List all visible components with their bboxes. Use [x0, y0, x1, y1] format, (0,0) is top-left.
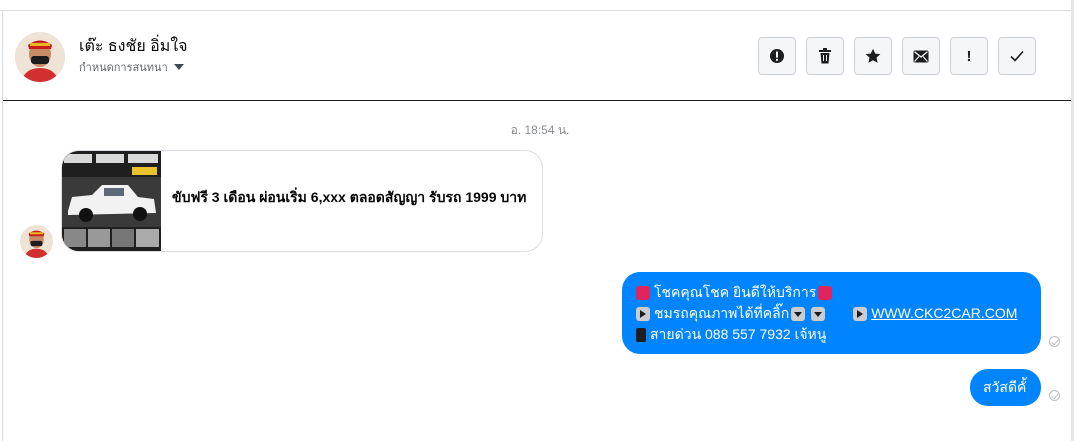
caret-down-icon	[173, 64, 184, 70]
message-line-3: สายด่วน 088 557 7932 เจ้หนู	[650, 326, 827, 342]
car-emoji-icon	[636, 285, 650, 300]
message-text: สวัสดีคั้	[983, 379, 1027, 395]
chat-window: เต๊ะ ธงชัย อิ่มใจ กำหนดการสนทนา ! อ. 18:…	[0, 0, 1074, 441]
message-line: โชคคุณโชค ยินดีให้บริการ	[636, 282, 1029, 303]
sender-avatar[interactable]	[20, 225, 53, 258]
play-emoji-icon	[636, 306, 650, 321]
mail-icon	[913, 50, 929, 62]
avatar-photo-icon	[15, 32, 65, 82]
sent-check-icon	[1049, 390, 1060, 401]
down-arrow-emoji-icon	[791, 306, 806, 321]
phone-emoji-icon	[636, 327, 646, 342]
star-button[interactable]	[854, 37, 892, 75]
message-line: ชมรถคุณภาพได้ที่คลิ๊ก WWW.CKC2CAR.COM	[636, 303, 1029, 324]
car-photo-icon	[62, 151, 161, 251]
report-button[interactable]	[758, 37, 796, 75]
contact-avatar[interactable]	[15, 32, 65, 82]
message-line: สายด่วน 088 557 7932 เจ้หนู	[636, 324, 1029, 345]
conversation-header: เต๊ะ ธงชัย อิ่มใจ กำหนดการสนทนา !	[3, 11, 1071, 101]
conversation-settings-label: กำหนดการสนทนา	[79, 62, 168, 74]
play-emoji-icon	[853, 306, 868, 321]
sent-check-icon	[1049, 336, 1060, 347]
down-arrow-emoji-icon	[811, 306, 826, 321]
contact-name[interactable]: เต๊ะ ธงชัย อิ่มใจ	[79, 34, 188, 59]
outgoing-message[interactable]: สวัสดีคั้	[970, 369, 1041, 406]
trash-icon	[819, 48, 831, 64]
message-line-1: โชคคุณโชค ยินดีให้บริการ	[654, 284, 817, 300]
conversation-settings-dropdown[interactable]: กำหนดการสนทนา	[79, 58, 184, 76]
mark-unread-button[interactable]	[902, 37, 940, 75]
website-link[interactable]: WWW.CKC2CAR.COM	[871, 303, 1017, 324]
check-icon	[1010, 50, 1024, 62]
message-timestamp: อ. 18:54 น.	[510, 123, 570, 137]
mark-spam-button[interactable]: !	[950, 37, 988, 75]
message-line-2: ชมรถคุณภาพได้ที่คลิ๊ก	[654, 305, 790, 321]
incoming-link-card[interactable]: ขับฟรี 3 เดือน ผ่อนเริ่ม 6,xxx ตลอดสัญญา…	[61, 150, 543, 252]
card-thumbnail	[62, 151, 161, 251]
avatar-photo-icon	[20, 225, 53, 258]
card-title: ขับฟรี 3 เดือน ผ่อนเริ่ม 6,xxx ตลอดสัญญา…	[172, 189, 527, 205]
delete-button[interactable]	[806, 37, 844, 75]
car-emoji-icon	[818, 285, 833, 300]
toolbar: !	[758, 37, 1036, 75]
mark-done-button[interactable]	[998, 37, 1036, 75]
exclamation-icon: !	[966, 47, 972, 65]
outgoing-message[interactable]: โชคคุณโชค ยินดีให้บริการ ชมรถคุณภาพได้ที…	[622, 272, 1041, 354]
alert-circle-icon	[770, 49, 784, 63]
star-icon	[865, 48, 881, 63]
